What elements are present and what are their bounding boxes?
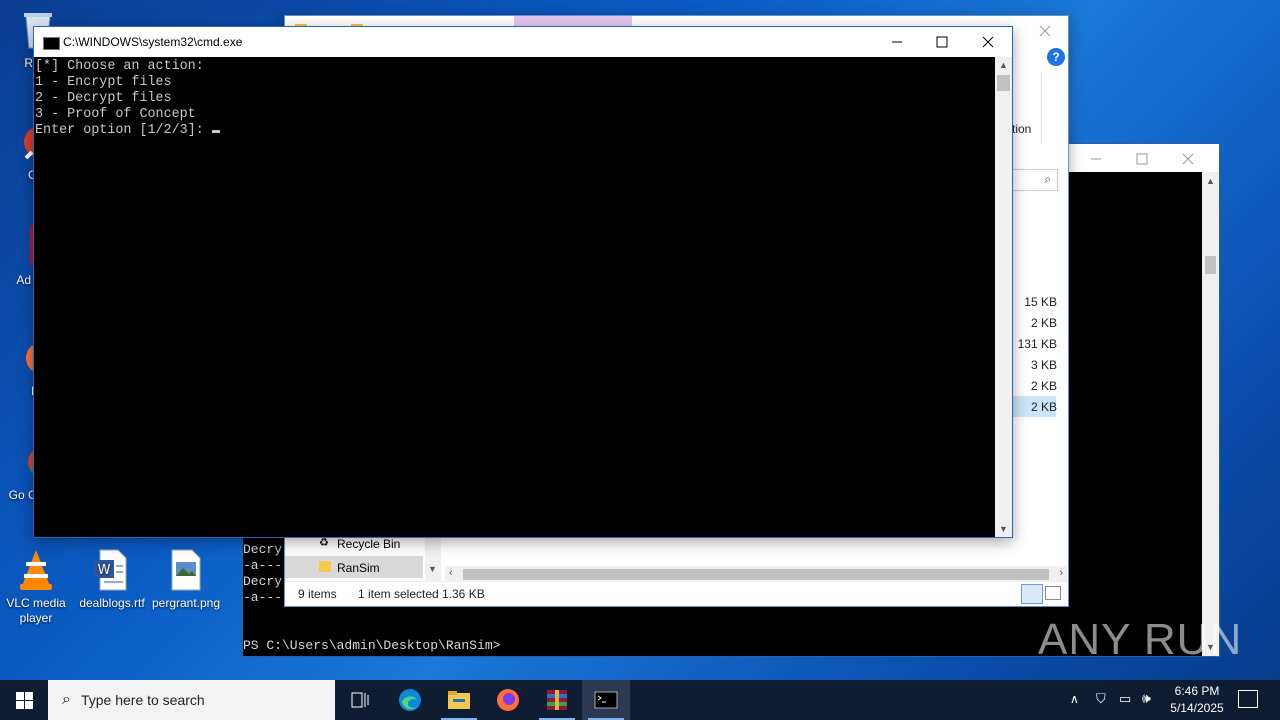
desktop-icon-vlc[interactable]: VLC media player bbox=[0, 548, 74, 626]
file-size: 15 KB bbox=[1024, 295, 1057, 309]
close-button[interactable] bbox=[965, 27, 1011, 57]
file-size: 3 KB bbox=[1030, 358, 1057, 372]
system-clock[interactable]: 6:46 PM 5/14/2025 bbox=[1162, 683, 1232, 717]
console-prompt: Enter option [1/2/3]: bbox=[35, 123, 212, 138]
vlc-icon bbox=[14, 548, 58, 592]
search-placeholder: Type here to search bbox=[80, 692, 205, 708]
console-line: 3 - Proof of Concept bbox=[35, 107, 196, 122]
selection-count: 1 item selected bbox=[358, 587, 439, 601]
cmd-icon bbox=[594, 691, 618, 709]
cmd-window[interactable]: C:\WINDOWS\system32\cmd.exe [*] Choose a… bbox=[33, 26, 1013, 538]
help-icon[interactable]: ? bbox=[1047, 48, 1065, 66]
close-button[interactable] bbox=[1022, 16, 1068, 46]
desktop-icon-label: VLC media player bbox=[6, 596, 66, 625]
desktop-icon-pergrant[interactable]: pergrant.png bbox=[148, 548, 224, 611]
file-size: 2 KB bbox=[1030, 316, 1057, 330]
maximize-button[interactable] bbox=[1119, 144, 1165, 174]
edge-icon bbox=[399, 689, 421, 711]
scroll-up-icon[interactable]: ▲ bbox=[999, 60, 1008, 70]
output-line: -a--- bbox=[243, 558, 283, 573]
console-line: 2 - Decrypt files bbox=[35, 91, 172, 106]
taskbar: ⌕ Type here to search ∧ ⛉ ▭ 🕪 6:46 PM 5/… bbox=[0, 680, 1280, 720]
nav-item-ransim[interactable]: RanSim bbox=[285, 556, 423, 578]
word-document-icon: W bbox=[90, 548, 134, 592]
cmd-scrollbar[interactable]: ▲ ▼ bbox=[995, 57, 1012, 537]
chevron-right-icon[interactable]: › bbox=[1059, 567, 1063, 579]
maximize-button[interactable] bbox=[919, 27, 965, 57]
minimize-button[interactable] bbox=[1073, 144, 1119, 174]
notification-icon[interactable] bbox=[1238, 690, 1258, 708]
ribbon-label[interactable]: tion bbox=[1012, 122, 1031, 136]
window-title: C:\WINDOWS\system32\cmd.exe bbox=[63, 35, 243, 49]
nav-scrollbar[interactable]: ▼ bbox=[425, 532, 441, 584]
file-size: 2 KB bbox=[1030, 379, 1057, 393]
scroll-up-icon[interactable]: ▲ bbox=[1206, 176, 1215, 186]
chevron-up-icon[interactable]: ∧ bbox=[1070, 692, 1079, 706]
nav-item-label: RanSim bbox=[337, 561, 380, 575]
selection-size: 1.36 KB bbox=[442, 587, 485, 601]
scroll-thumb[interactable] bbox=[1205, 256, 1216, 274]
text-cursor bbox=[211, 130, 220, 133]
output-line: Decry bbox=[243, 574, 283, 589]
powershell-title-bar[interactable] bbox=[1069, 144, 1219, 172]
output-line: -a--- bbox=[243, 590, 283, 605]
winrar-icon bbox=[547, 690, 567, 710]
file-size: 131 KB bbox=[1017, 337, 1057, 351]
start-button[interactable] bbox=[0, 680, 48, 720]
scroll-down-icon[interactable]: ▼ bbox=[999, 524, 1008, 534]
scroll-thumb[interactable] bbox=[463, 569, 1049, 580]
search-icon: ⌕ bbox=[62, 691, 71, 708]
console-line: 1 - Encrypt files bbox=[35, 75, 172, 90]
image-file-icon bbox=[164, 548, 208, 592]
navigation-pane[interactable]: ♻ Recycle Bin RanSim ▼ bbox=[285, 532, 441, 584]
clock-time: 6:46 PM bbox=[1174, 684, 1220, 698]
firefox-icon bbox=[497, 689, 519, 711]
scroll-thumb[interactable] bbox=[997, 75, 1010, 91]
windows-icon bbox=[15, 691, 33, 709]
status-bar: 9 items 1 item selected 1.36 KB bbox=[285, 581, 1068, 606]
taskbar-firefox[interactable] bbox=[484, 680, 532, 720]
powershell-output: Decry -a--- Decry -a--- bbox=[243, 542, 282, 606]
cmd-title-bar[interactable]: C:\WINDOWS\system32\cmd.exe bbox=[34, 27, 1012, 57]
svg-text:W: W bbox=[98, 563, 111, 578]
powershell-scrollbar[interactable]: ▲ ▼ bbox=[1202, 172, 1219, 656]
taskbar-edge[interactable] bbox=[386, 680, 434, 720]
file-size: 2 KB bbox=[1030, 400, 1057, 414]
console-text: [*] Choose an action: 1 - Encrypt files 2 … bbox=[35, 59, 220, 139]
item-count: 9 items bbox=[298, 587, 337, 601]
desktop-icon-label: dealblogs.rtf bbox=[79, 596, 145, 610]
console-output-area[interactable]: [*] Choose an action: 1 - Encrypt files 2 … bbox=[34, 57, 995, 537]
details-view-button[interactable] bbox=[1021, 584, 1043, 604]
volume-icon[interactable]: 🕪 bbox=[1142, 690, 1151, 707]
taskbar-search-box[interactable]: ⌕ Type here to search bbox=[48, 680, 335, 720]
taskbar-cmd[interactable] bbox=[582, 680, 630, 720]
clock-date: 5/14/2025 bbox=[1170, 701, 1224, 715]
ribbon-divider bbox=[1041, 72, 1042, 144]
console-line: [*] Choose an action: bbox=[35, 59, 204, 74]
task-view-icon bbox=[351, 692, 369, 708]
security-icon[interactable]: ⛉ bbox=[1096, 691, 1106, 707]
watermark-logo: ANY RUN bbox=[1038, 608, 1242, 672]
minimize-button[interactable] bbox=[874, 27, 920, 57]
task-view-button[interactable] bbox=[336, 680, 384, 720]
search-box[interactable]: ⌕ bbox=[1012, 169, 1058, 191]
output-line: Decry bbox=[243, 542, 283, 557]
tiles-view-button[interactable] bbox=[1045, 586, 1061, 600]
chevron-left-icon[interactable]: ‹ bbox=[449, 567, 453, 579]
search-icon: ⌕ bbox=[1044, 172, 1051, 186]
watermark: ANY RUN bbox=[1038, 615, 1243, 664]
console-input-line[interactable]: Enter option [1/2/3]: bbox=[35, 123, 220, 139]
taskbar-winrar[interactable] bbox=[533, 680, 581, 720]
chevron-down-icon[interactable]: ▼ bbox=[428, 564, 437, 574]
nav-item-label: Recycle Bin bbox=[337, 537, 401, 551]
desktop-icon-label: pergrant.png bbox=[151, 596, 221, 610]
powershell-prompt: PS C:\Users\admin\Desktop\RanSim> bbox=[243, 638, 501, 653]
cmd-icon bbox=[43, 37, 60, 50]
network-icon[interactable]: ▭ bbox=[1119, 691, 1131, 707]
file-explorer-icon bbox=[448, 691, 470, 709]
desktop-icon-dealblogs[interactable]: W dealblogs.rtf bbox=[74, 548, 150, 611]
taskbar-file-explorer[interactable] bbox=[435, 680, 483, 720]
close-button[interactable] bbox=[1165, 144, 1211, 174]
folder-icon bbox=[319, 561, 331, 572]
